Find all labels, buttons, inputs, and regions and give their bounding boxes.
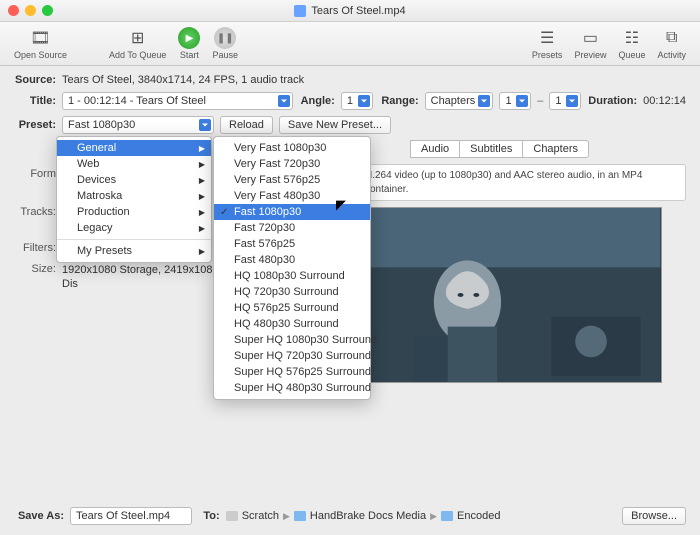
range-from-select[interactable]: 1 <box>499 92 531 110</box>
size-value: 1920x1080 Storage, 2419x1080 Dis <box>62 263 234 293</box>
size-label: Size: <box>14 263 62 293</box>
preset-category-menu[interactable]: GeneralWebDevicesMatroskaProductionLegac… <box>56 136 212 263</box>
duration-value: 00:12:14 <box>643 95 686 107</box>
tab-chapters[interactable]: Chapters <box>522 140 589 158</box>
angle-label: Angle: <box>299 95 335 107</box>
preset-item[interactable]: Fast 576p25 <box>214 236 370 252</box>
saveas-input[interactable]: Tears Of Steel.mp4 <box>70 507 192 525</box>
preset-submenu[interactable]: Very Fast 1080p30Very Fast 720p30Very Fa… <box>213 136 371 400</box>
preset-item[interactable]: Fast 720p30 <box>214 220 370 236</box>
preset-item[interactable]: Super HQ 480p30 Surround <box>214 380 370 396</box>
preset-label: Preset: <box>14 119 56 131</box>
queue-button[interactable]: ☷ Queue <box>612 27 651 60</box>
filters-label: Filters: <box>14 242 62 257</box>
chevron-right-icon: ▶ <box>283 511 290 522</box>
preset-item[interactable]: HQ 480p30 Surround <box>214 316 370 332</box>
presets-button[interactable]: ☰ Presets <box>526 27 569 60</box>
activity-icon: ⧉ <box>661 27 683 49</box>
preset-item[interactable]: Super HQ 1080p30 Surround <box>214 332 370 348</box>
preset-item[interactable]: Very Fast 576p25 <box>214 172 370 188</box>
preset-item[interactable]: HQ 576p25 Surround <box>214 300 370 316</box>
range-label: Range: <box>379 95 419 107</box>
preview-button[interactable]: ▭ Preview <box>568 27 612 60</box>
menu-cat-production[interactable]: Production <box>57 204 211 220</box>
range-mode-select[interactable]: Chapters <box>425 92 494 110</box>
preset-item[interactable]: HQ 720p30 Surround <box>214 284 370 300</box>
preset-item[interactable]: ✓Fast 1080p30 <box>214 204 370 220</box>
reload-button[interactable]: Reload <box>220 116 273 134</box>
preset-description: H.264 video (up to 1080p30) and AAC ster… <box>358 164 686 201</box>
menu-cat-matroska[interactable]: Matroska <box>57 188 211 204</box>
start-button[interactable]: ▶ Start <box>172 27 206 60</box>
file-icon <box>294 5 306 17</box>
source-value: Tears Of Steel, 3840x1714, 24 FPS, 1 aud… <box>62 74 304 86</box>
disk-icon <box>226 511 238 521</box>
video-preview <box>352 207 662 383</box>
range-to-select[interactable]: 1 <box>549 92 581 110</box>
preset-item[interactable]: Fast 480p30 <box>214 252 370 268</box>
pause-icon: ❚❚ <box>214 27 236 49</box>
window-title-text: Tears Of Steel.mp4 <box>311 5 405 17</box>
menu-cat-general[interactable]: General <box>57 140 211 156</box>
preset-item[interactable]: Very Fast 480p30 <box>214 188 370 204</box>
menu-cat-mypresets[interactable]: My Presets <box>57 243 211 259</box>
title-label: Title: <box>14 95 56 107</box>
menu-cat-web[interactable]: Web <box>57 156 211 172</box>
preset-item[interactable]: Very Fast 720p30 <box>214 156 370 172</box>
preview-icon: ▭ <box>579 27 601 49</box>
preset-item[interactable]: HQ 1080p30 Surround <box>214 268 370 284</box>
activity-button[interactable]: ⧉ Activity <box>651 27 692 60</box>
queue-icon: ☷ <box>621 27 643 49</box>
add-queue-button[interactable]: ⊞ Add To Queue <box>103 27 172 60</box>
saveas-label: Save As: <box>14 510 64 522</box>
preset-select[interactable]: Fast 1080p30 <box>62 116 214 134</box>
tab-audio[interactable]: Audio <box>410 140 460 158</box>
preset-item[interactable]: Super HQ 720p30 Surround <box>214 348 370 364</box>
film-icon: 🎞 <box>30 27 52 49</box>
to-label: To: <box>198 510 220 522</box>
preset-item[interactable]: Super HQ 576p25 Surround <box>214 364 370 380</box>
range-dash: – <box>537 95 543 107</box>
window-title: Tears Of Steel.mp4 <box>0 5 700 17</box>
titlebar: Tears Of Steel.mp4 <box>0 0 700 22</box>
destination-path[interactable]: Scratch ▶ HandBrake Docs Media ▶ Encoded <box>226 510 501 522</box>
save-preset-button[interactable]: Save New Preset... <box>279 116 391 134</box>
folder-icon <box>441 511 453 521</box>
browse-button[interactable]: Browse... <box>622 507 686 525</box>
sliders-icon: ☰ <box>536 27 558 49</box>
title-select[interactable]: 1 - 00:12:14 - Tears Of Steel <box>62 92 293 110</box>
plus-icon: ⊞ <box>127 27 149 49</box>
open-source-button[interactable]: 🎞 Open Source <box>8 27 73 60</box>
tab-subtitles[interactable]: Subtitles <box>459 140 523 158</box>
angle-select[interactable]: 1 <box>341 92 373 110</box>
format-label: Form <box>14 168 62 180</box>
chevron-right-icon: ▶ <box>430 511 437 522</box>
folder-icon <box>294 511 306 521</box>
source-label: Source: <box>14 74 56 86</box>
pause-button[interactable]: ❚❚ Pause <box>206 27 244 60</box>
play-icon: ▶ <box>178 27 200 49</box>
toolbar: 🎞 Open Source ⊞ Add To Queue ▶ Start ❚❚ … <box>0 22 700 66</box>
menu-cat-devices[interactable]: Devices <box>57 172 211 188</box>
preset-item[interactable]: Very Fast 1080p30 <box>214 140 370 156</box>
menu-cat-legacy[interactable]: Legacy <box>57 220 211 236</box>
duration-label: Duration: <box>587 95 637 107</box>
tracks-label: Tracks: <box>14 206 62 236</box>
